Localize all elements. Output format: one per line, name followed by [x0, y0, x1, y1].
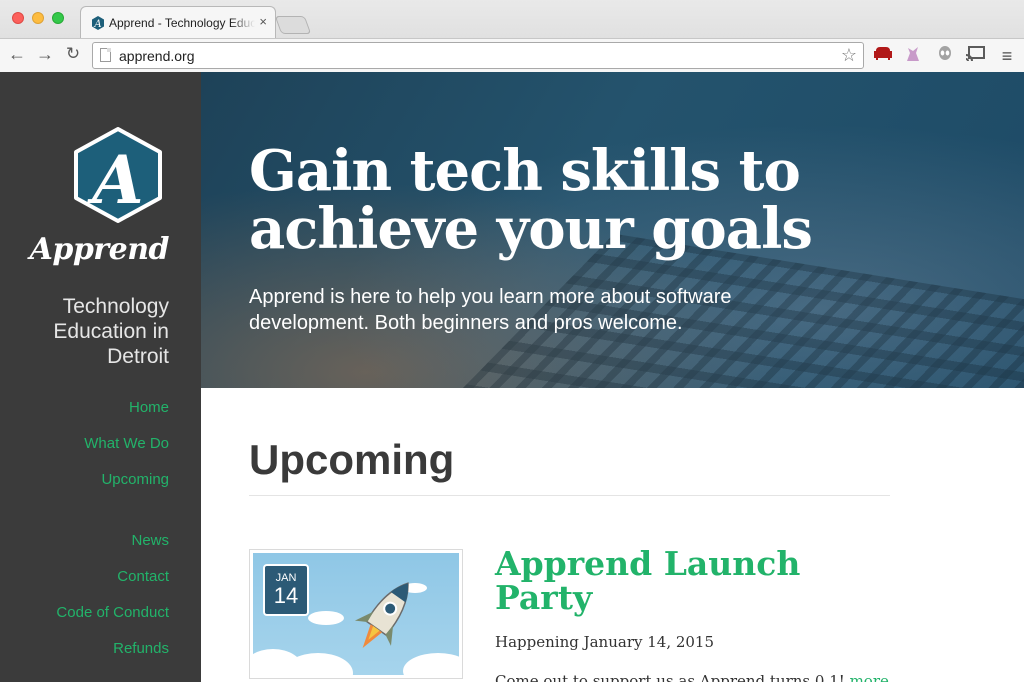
- sidebar-item-home[interactable]: Home: [56, 399, 169, 435]
- section-title: Upcoming: [249, 436, 455, 483]
- logo-letter: A: [86, 141, 143, 219]
- brand-name[interactable]: Apprend: [30, 232, 170, 267]
- url-text[interactable]: apprend.org: [119, 48, 195, 64]
- sidebar-item-what-we-do[interactable]: What We Do: [56, 435, 169, 471]
- address-bar[interactable]: apprend.org ☆: [92, 42, 864, 69]
- section-divider: [249, 495, 890, 496]
- apprend-favicon-icon: A: [92, 16, 104, 30]
- window-close-button[interactable]: [12, 12, 24, 24]
- sidebar: A Apprend Technology Education in Detroi…: [0, 72, 201, 682]
- event-thumbnail[interactable]: JAN 14: [249, 549, 463, 679]
- sidebar-item-refunds[interactable]: Refunds: [56, 640, 169, 676]
- hero-title: Gain tech skills to achieve your goals: [249, 138, 813, 262]
- window-minimize-button[interactable]: [32, 12, 44, 24]
- forward-arrow-icon[interactable]: →: [34, 43, 56, 65]
- sidebar-item-code-of-conduct[interactable]: Code of Conduct: [56, 604, 169, 640]
- event-description-text: Come out to support us as Apprend turns …: [495, 672, 845, 682]
- tagline: Technology Education in Detroit: [53, 295, 169, 368]
- event-more-link[interactable]: more: [850, 672, 889, 682]
- sofa-extension-icon[interactable]: [872, 45, 894, 67]
- cast-icon[interactable]: [964, 45, 986, 67]
- event-image: JAN 14: [253, 553, 459, 675]
- reload-icon[interactable]: ↻: [62, 43, 84, 65]
- sidebar-item-upcoming[interactable]: Upcoming: [56, 471, 169, 507]
- sidebar-item-contact[interactable]: Contact: [56, 568, 169, 604]
- event-description: Come out to support us as Apprend turns …: [495, 672, 889, 682]
- apprend-logo-icon[interactable]: A: [72, 127, 164, 223]
- alien-extension-icon[interactable]: [934, 45, 956, 67]
- unicorn-extension-icon[interactable]: [902, 45, 924, 67]
- new-tab-button[interactable]: [274, 16, 312, 34]
- rocket-icon: [354, 582, 409, 648]
- browser-tab[interactable]: A Apprend - Technology Education in Detr…: [80, 6, 276, 38]
- bookmark-star-icon[interactable]: ☆: [841, 45, 857, 66]
- browser-toolbar: ← → ↻ apprend.org ☆ ≡: [0, 38, 1024, 72]
- sidebar-nav: Home What We Do Upcoming News Contact Co…: [56, 399, 169, 676]
- window-maximize-button[interactable]: [52, 12, 64, 24]
- hero-subtitle: Apprend is here to help you learn more a…: [249, 286, 732, 334]
- sidebar-item-news[interactable]: News: [56, 532, 169, 568]
- event-title-link[interactable]: Apprend Launch Party: [495, 547, 875, 615]
- date-badge-day: 14: [273, 583, 299, 608]
- date-badge: JAN 14: [263, 564, 309, 616]
- page-icon: [100, 48, 111, 62]
- nav-divider: [56, 507, 169, 532]
- back-arrow-icon[interactable]: ←: [6, 43, 28, 65]
- cloud-shape: [308, 611, 344, 625]
- tab-close-icon[interactable]: ×: [259, 14, 267, 29]
- tab-title: Apprend - Technology Education in Detroi…: [109, 16, 255, 30]
- browser-chrome: A Apprend - Technology Education in Detr…: [0, 0, 1024, 72]
- svg-text:A: A: [93, 19, 101, 30]
- hero-banner: Gain tech skills to achieve your goals A…: [201, 72, 1024, 388]
- menu-icon[interactable]: ≡: [996, 45, 1018, 67]
- event-date: Happening January 14, 2015: [495, 633, 715, 651]
